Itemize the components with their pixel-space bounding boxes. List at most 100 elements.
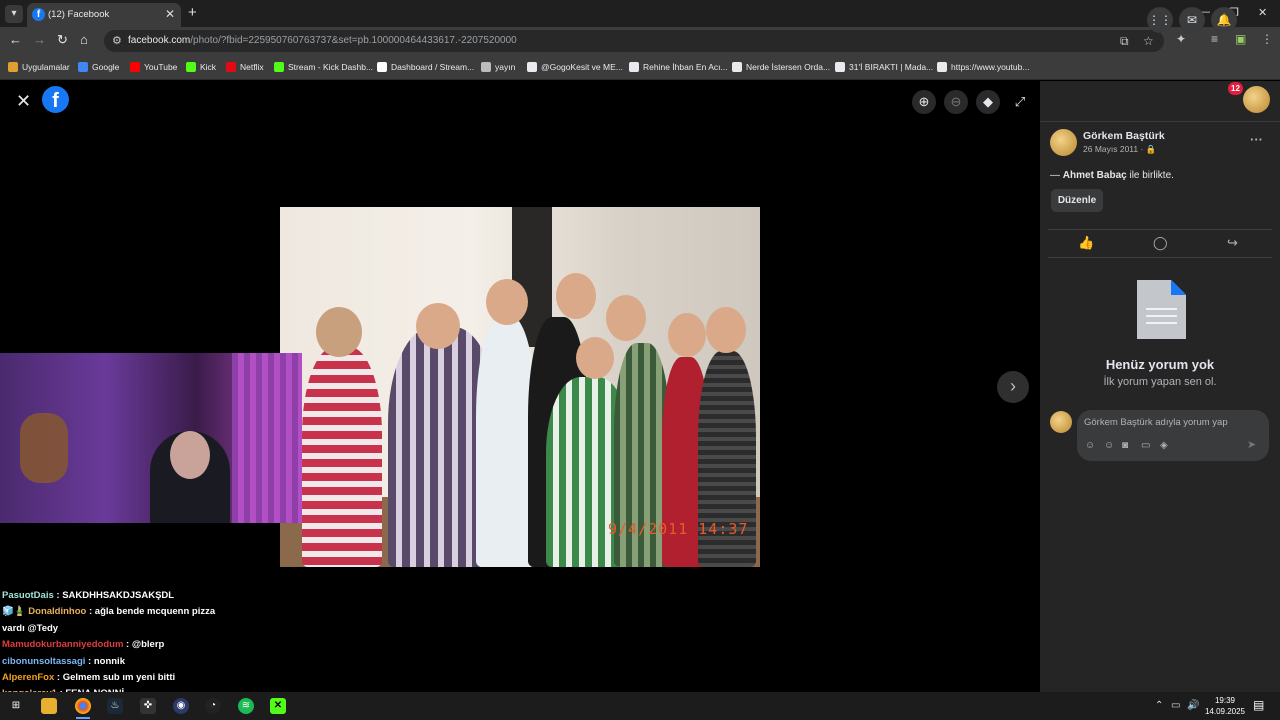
bookmark-item[interactable]: Nerde İstersen Orda... [732,62,830,72]
chrome-icon[interactable] [75,698,91,714]
bookmark-item[interactable]: 31'İ BIRAKTI | Mada... [835,62,933,72]
close-viewer-icon[interactable]: ✕ [16,91,31,112]
post-photo[interactable]: 9/4/2011 14:37 [280,207,760,567]
bookmark-label: Netflix [240,62,264,72]
tab-title: (12) Facebook [48,9,110,20]
tab-strip: ▾ f (12) Facebook ✕ + — ❐ ✕ [0,0,1280,27]
comment-input[interactable]: Görkem Baştürk adıyla yorum yap ☺ ☺ ◙ ▭ … [1077,410,1269,461]
more-options-icon[interactable]: ··· [1250,132,1263,147]
chat-username: AlperenFox [2,672,55,684]
zoom-out-icon[interactable]: ⊖ [944,90,968,114]
bookmark-item[interactable]: Netflix [226,62,264,72]
file-explorer-icon[interactable] [41,698,57,714]
chrome-menu-icon[interactable]: ⋮ [1261,32,1273,46]
webcam-teddy [20,413,68,483]
photo-child-head [316,307,362,357]
tray-overflow-icon[interactable]: ⌃ [1155,700,1163,711]
steam-icon[interactable]: ♨ [107,698,123,714]
chat-username: Donaldinhoo [28,606,87,618]
camera-icon[interactable]: ◙ [1122,440,1128,451]
sticker-icon[interactable]: ◈ [1160,440,1168,451]
back-icon[interactable]: ← [9,32,22,47]
photo-child-head [416,303,460,349]
tab-search-button[interactable]: ▾ [5,5,23,23]
gif-icon[interactable]: ▭ [1141,440,1150,451]
system-clock[interactable]: 19:39 14.09.2025 [1200,695,1250,717]
close-tab-icon[interactable]: ✕ [165,7,175,21]
spotify-icon[interactable]: ≋ [238,698,254,714]
commenter-avatar[interactable] [1050,411,1072,433]
bookmark-item[interactable]: Stream - Kick Dashb... [274,62,373,72]
bookmark-item[interactable]: https://www.youtub... [937,62,1029,72]
stream-chat: PasuotDais : SAKDHHSAKDJSAKŞDL 🧊🎍 Donald… [2,588,242,703]
app-icon[interactable]: ✜ [140,698,156,714]
chat-message: PasuotDais : SAKDHHSAKDJSAKŞDL [2,588,242,604]
emoji-icon[interactable]: ☺ [1104,440,1114,451]
menu-grid-icon[interactable]: ⋮⋮ [1147,7,1173,33]
start-icon[interactable]: ⊞ [8,698,24,714]
post-date[interactable]: 26 Mayıs 2011 · 🔒 [1083,144,1156,155]
media-control-icon[interactable]: ≡ [1211,32,1218,46]
tag-icon[interactable]: ◆ [976,90,1000,114]
reload-icon[interactable]: ↻ [57,32,68,48]
comment-placeholder: Görkem Baştürk adıyla yorum yap [1084,417,1228,428]
edit-button[interactable]: Düzenle [1051,189,1103,212]
bookmark-label: Kick [200,62,217,72]
folder-icon [481,62,491,72]
post-date-text: 26 Mayıs 2011 · [1083,144,1146,154]
facebook-logo-icon[interactable]: f [42,86,69,113]
no-comments-title: Henüz yorum yok [1105,357,1215,372]
notification-center-icon[interactable]: ▤ [1253,698,1264,712]
photo-child-head [668,313,706,357]
address-bar[interactable]: ⚙ facebook.com/photo/?fbid=2259507607637… [104,30,1164,52]
tagged-with: — Ahmet Babaç ile birlikte. [1050,170,1174,181]
site-settings-icon[interactable]: ⚙ [112,34,122,47]
clock-date: 14.09.2025 [1204,707,1246,716]
browser-tab[interactable]: f (12) Facebook ✕ [27,3,181,27]
tag-suffix: ile birlikte. [1126,170,1174,181]
volume-icon[interactable]: 🔊 [1187,700,1199,711]
share-icon[interactable]: ↪ [1227,235,1238,251]
google-icon [78,62,88,72]
like-icon[interactable]: 👍 [1078,235,1094,251]
action-divider-top [1048,229,1272,230]
send-icon[interactable]: ➤ [1247,438,1256,451]
network-icon[interactable]: ▭ [1171,700,1180,711]
profile-icon[interactable]: ▣ [1235,32,1246,46]
kick-app-icon[interactable]: ✕ [270,698,286,714]
bookmark-item[interactable]: Rehine İhban En Acı... [629,62,728,72]
notifications-bell-icon[interactable]: 🔔 [1211,7,1237,33]
home-icon[interactable]: ⌂ [80,32,88,47]
tagged-person-link[interactable]: Ahmet Babaç [1063,170,1127,181]
window-close-icon[interactable]: ✕ [1258,6,1267,19]
bookmark-item[interactable]: Kick [186,62,216,72]
new-tab-icon[interactable]: + [188,4,197,21]
bookmark-star-icon[interactable]: ☆ [1143,34,1154,48]
bookmark-item[interactable]: yayın [481,62,515,72]
forward-icon[interactable]: → [33,32,46,47]
comment-icon[interactable]: ◯ [1153,235,1168,251]
fullscreen-icon[interactable]: ⤢ [1008,90,1032,114]
messenger-icon[interactable]: ✉ [1179,7,1205,33]
author-name[interactable]: Görkem Baştürk [1083,130,1165,142]
author-avatar[interactable] [1050,129,1077,156]
bookmark-item[interactable]: Dashboard / Stream... [377,62,474,72]
browser-toolbar: ← → ↻ ⌂ ⚙ facebook.com/photo/?fbid=22595… [0,27,1280,55]
next-photo-button[interactable]: › [997,371,1029,403]
bookmark-item[interactable]: @GogoKesit ve ME... [527,62,623,72]
install-app-icon[interactable]: ⧉ [1120,34,1129,49]
account-avatar[interactable] [1243,86,1270,113]
zoom-in-icon[interactable]: ⊕ [912,90,936,114]
bookmark-item[interactable]: YouTube [130,62,177,72]
netflix-icon [226,62,236,72]
bookmark-item[interactable]: Uygulamalar [8,62,70,72]
speedometer-icon[interactable]: ◔ [205,698,221,714]
photo-child [476,317,536,567]
no-comments-subtitle: İlk yorum yapan sen ol. [1103,376,1217,388]
chat-username: Mamudokurbanniyedodum [2,639,124,651]
obs-icon[interactable]: ◉ [173,698,189,714]
extensions-icon[interactable]: ✦ [1176,32,1186,46]
bookmark-item[interactable]: Google [78,62,119,72]
chat-message: vardı @Tedy [2,621,242,637]
avatar-sticker-icon[interactable]: ☺ [1085,440,1095,451]
